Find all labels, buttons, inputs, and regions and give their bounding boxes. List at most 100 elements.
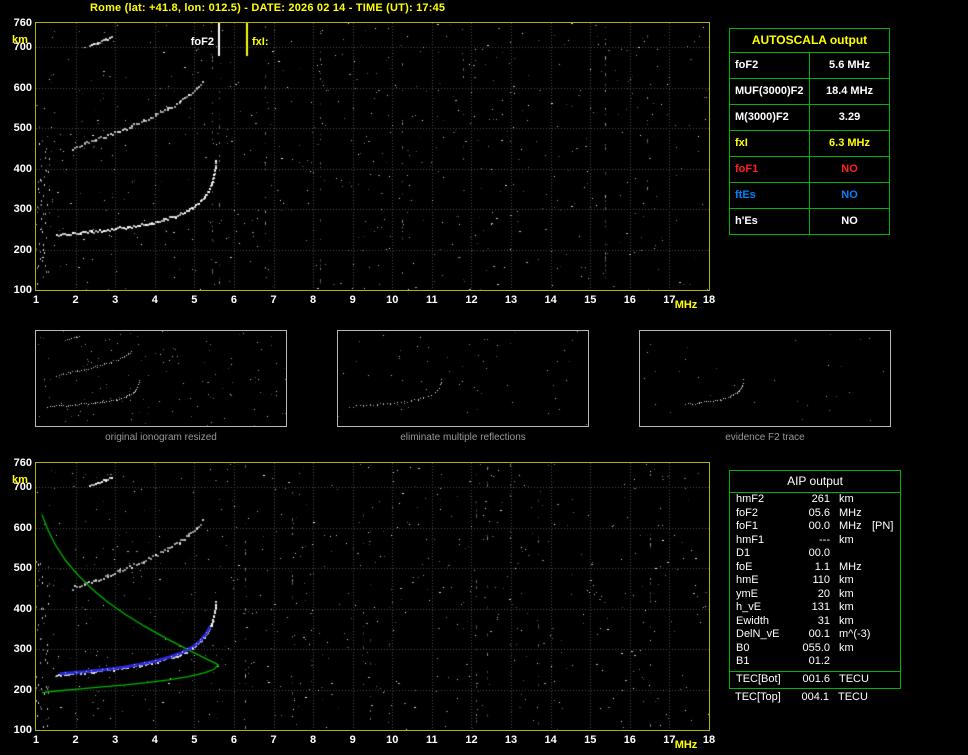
aip-cell: Ewidth <box>736 614 770 627</box>
y-tick-label: 500 <box>13 122 32 135</box>
profile-canvas <box>36 463 709 730</box>
y-tick-label: 100 <box>13 724 32 736</box>
aip-row-foF2: foF2 05.6 MHz <box>730 507 900 521</box>
autoscala-screen: Rome (lat: +41.8, lon: 012.5) - DATE: 20… <box>0 0 968 755</box>
aip-cell: hmF1 <box>736 533 765 546</box>
aip-cell: km <box>839 641 854 654</box>
x-tick-label: 12 <box>465 734 478 746</box>
y-tick-label: 200 <box>13 243 32 256</box>
x-tick-label: 18 <box>702 734 716 746</box>
thumbnail-multiple-reflections <box>337 330 589 427</box>
x-tick-label: 2 <box>72 734 79 746</box>
y-tick-label: 500 <box>13 562 32 575</box>
x-tick-label: 6 <box>230 734 237 746</box>
autoscala-table-header: AUTOSCALA output <box>751 33 868 47</box>
aip-cell: foE <box>736 560 753 573</box>
y-tick-label: 760 <box>13 17 32 29</box>
y-tick-label: 400 <box>13 602 32 615</box>
autoscala-row-value: 5.6 MHz <box>829 59 870 71</box>
aip-cell: MHz <box>839 520 862 532</box>
x-tick-label: 12 <box>465 294 478 306</box>
aip-cell: km <box>839 493 854 505</box>
x-tick-label: 6 <box>230 294 237 306</box>
autoscala-row-label: fxI <box>730 131 810 156</box>
aip-cell <box>872 493 900 507</box>
autoscala-row-label: MUF(3000)F2 <box>730 79 810 104</box>
y-tick-label: 760 <box>13 457 32 469</box>
thumbnail-f2-canvas <box>640 331 890 426</box>
aip-cell <box>872 601 900 615</box>
x-tick-label: 16 <box>623 734 636 746</box>
aip-cell: km <box>839 533 854 546</box>
aip-cell: 001.6 <box>802 672 830 685</box>
aip-row-DelN_vE: DelN_vE 00.1 m^(-3) <box>730 628 900 642</box>
x-tick-label: 4 <box>151 294 158 306</box>
aip-row-Ewidth: Ewidth 31 km <box>730 615 900 629</box>
autoscala-row-ftEs: ftEs NO <box>730 182 889 208</box>
aip-cell: ymE <box>736 587 758 600</box>
aip-cell: 004.1 <box>801 691 829 703</box>
aip-cell: 110 <box>812 574 830 586</box>
aip-cell <box>872 628 900 642</box>
aip-cell: 20 <box>817 587 830 600</box>
autoscala-output-table: AUTOSCALA output foF2 5.6 MHz MUF(3000)F2 1… <box>729 28 890 235</box>
ionogram-canvas <box>36 23 709 290</box>
x-axis-unit-label: MHz <box>674 299 698 311</box>
aip-cell <box>872 547 900 561</box>
aip-cell: MHz <box>839 560 862 573</box>
aip-cell: hmE <box>736 574 759 586</box>
y-axis-unit-label: km <box>12 474 28 486</box>
y-tick-label: 600 <box>13 521 32 534</box>
x-tick-label: 10 <box>386 294 399 306</box>
aip-cell <box>872 574 900 588</box>
aip-output-table: AIP output hmF2 261 km foF2 05.6 MHz foF1 00.0 M… <box>729 470 901 689</box>
aip-cell <box>830 655 872 669</box>
aip-cell: m^(-3) <box>839 628 871 640</box>
aip-separator <box>730 670 900 672</box>
autoscala-row-fxI: fxI 6.3 MHz <box>730 130 889 156</box>
aip-cell <box>872 615 900 629</box>
aip-cell: km <box>839 614 854 627</box>
x-tick-label: 4 <box>151 734 158 746</box>
autoscala-row-MUF(3000)F2: MUF(3000)F2 18.4 MHz <box>730 78 889 104</box>
x-tick-label: 3 <box>112 734 119 746</box>
aip-cell <box>872 507 900 521</box>
thumbnail-caption: original ionogram resized <box>105 432 217 443</box>
thumbnail-reflections-canvas <box>338 331 588 426</box>
x-axis-unit-label: MHz <box>674 739 698 751</box>
y-tick-label: 200 <box>13 683 32 696</box>
x-tick-label: 8 <box>310 734 317 746</box>
aip-cell: --- <box>819 533 830 546</box>
aip-cell: B1 <box>736 655 750 667</box>
autoscala-row-value: 18.4 MHz <box>825 85 874 97</box>
y-tick-label: 300 <box>13 643 32 656</box>
autoscala-row-foF2: foF2 5.6 MHz <box>730 52 889 78</box>
aip-row-foF1: foF1 00.0 MHz [PN] <box>730 520 900 534</box>
aip-cell: foF2 <box>736 506 759 519</box>
aip-cell: 05.6 <box>808 506 830 519</box>
y-tick-label: 600 <box>13 81 32 94</box>
thumbnail-original-canvas <box>36 331 286 426</box>
autoscala-row-foF1: foF1 NO <box>730 156 889 182</box>
x-tick-label: 7 <box>270 294 277 306</box>
thumbnail-original-ionogram <box>35 330 287 427</box>
x-tick-label: 8 <box>310 294 317 306</box>
aip-cell: DelN_vE <box>736 628 780 640</box>
y-tick-label: 100 <box>13 284 32 296</box>
aip-cell <box>872 588 900 602</box>
aip-cell: km <box>839 587 854 600</box>
aip-row-hmF1: hmF1 --- km <box>730 534 900 548</box>
fxi-marker-label: fxI: <box>252 36 269 48</box>
x-tick-label: 5 <box>191 734 198 746</box>
x-tick-label: 5 <box>191 294 198 306</box>
aip-cell: 31 <box>817 614 830 627</box>
thumbnail-f2-trace <box>639 330 891 427</box>
aip-cell: 1.1 <box>814 560 830 573</box>
aip-row-TEC[Top]: TEC[Top] 004.1 TECU <box>729 691 901 705</box>
aip-table-rows: hmF2 261 km foF2 05.6 MHz foF1 00.0 MHz [PN] hmF1 -… <box>730 493 900 669</box>
thumbnail-caption: evidence F2 trace <box>725 432 805 443</box>
x-tick-label: 15 <box>584 294 597 306</box>
x-tick-label: 13 <box>504 734 518 746</box>
aip-cell: 00.1 <box>808 628 830 640</box>
aip-cell: [PN] <box>872 520 894 532</box>
